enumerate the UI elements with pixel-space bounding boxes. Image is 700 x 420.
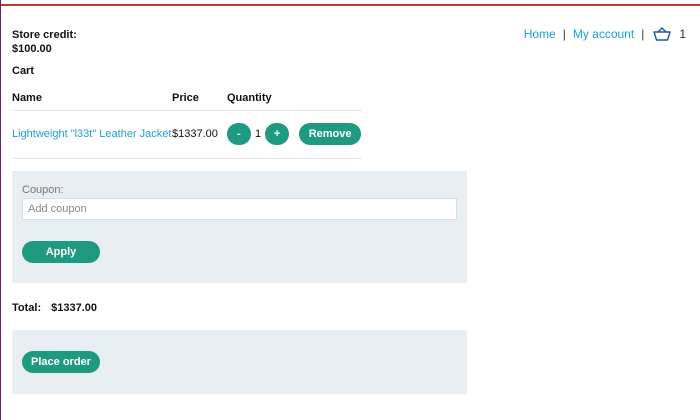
- coupon-label: Coupon:: [22, 184, 64, 196]
- place-order-button[interactable]: Place order: [22, 351, 100, 373]
- nav-my-account-link[interactable]: My account: [573, 27, 634, 41]
- quantity-cell: - 1 + Remove: [227, 110, 362, 159]
- store-credit: Store credit: $100.00: [12, 28, 77, 56]
- decrement-quantity-button[interactable]: -: [227, 123, 251, 145]
- top-border: [0, 0, 700, 6]
- left-border: [0, 0, 1, 420]
- place-order-panel: Place order: [12, 330, 467, 394]
- remove-item-button[interactable]: Remove: [299, 123, 362, 145]
- total-label: Total:: [12, 302, 42, 314]
- column-header-name: Name: [12, 92, 172, 111]
- column-header-quantity: Quantity: [227, 92, 362, 111]
- product-name-cell: Lightweight "l33t" Leather Jacket: [12, 110, 172, 159]
- nav-separator: |: [641, 27, 645, 41]
- coupon-input[interactable]: [22, 198, 457, 220]
- nav-separator: |: [562, 27, 566, 41]
- store-credit-label: Store credit:: [12, 29, 77, 41]
- table-row: Lightweight "l33t" Leather Jacket $1337.…: [12, 110, 362, 159]
- cart-table: Name Price Quantity Lightweight "l33t" L…: [12, 92, 362, 159]
- cart-header-row: Name Price Quantity: [12, 92, 362, 111]
- product-link[interactable]: Lightweight "l33t" Leather Jacket: [12, 128, 171, 140]
- nav-home-link[interactable]: Home: [524, 27, 556, 41]
- quantity-stepper: - 1 + Remove: [227, 123, 362, 145]
- cart-icon[interactable]: [653, 27, 672, 41]
- apply-coupon-button[interactable]: Apply: [22, 241, 100, 263]
- total-value: $1337.00: [51, 302, 98, 314]
- top-nav: Home | My account | 1: [524, 27, 686, 41]
- quantity-value: 1: [255, 128, 262, 140]
- increment-quantity-button[interactable]: +: [265, 123, 290, 145]
- order-total: Total: $1337.00: [12, 302, 97, 314]
- coupon-panel: Coupon: Apply: [12, 171, 467, 283]
- cart-title: Cart: [12, 65, 35, 77]
- product-price: $1337.00: [172, 110, 227, 159]
- cart-count[interactable]: 1: [679, 27, 686, 41]
- column-header-price: Price: [172, 92, 227, 111]
- store-credit-amount: $100.00: [12, 43, 52, 55]
